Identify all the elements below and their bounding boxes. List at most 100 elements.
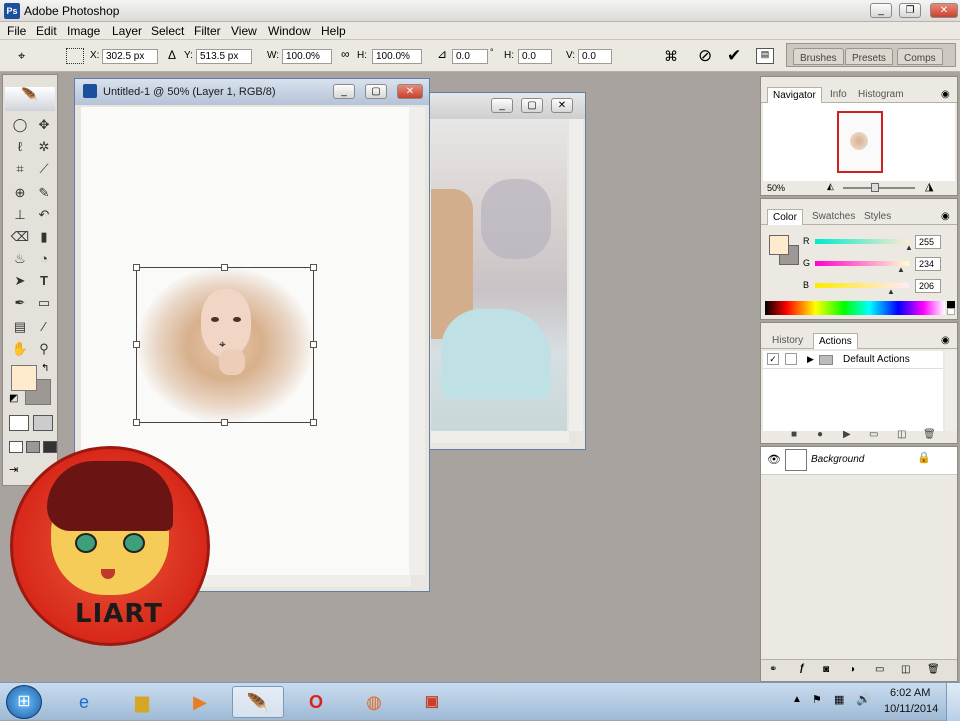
tab-info[interactable]: Info bbox=[825, 87, 852, 103]
type-tool-icon[interactable]: T bbox=[33, 271, 55, 291]
quick-mask-icon[interactable] bbox=[33, 415, 53, 431]
menu-filter[interactable]: Filter bbox=[194, 24, 221, 38]
menu-file[interactable]: File bbox=[7, 24, 26, 38]
layer-visibility-eye-icon[interactable]: 👁 bbox=[767, 453, 781, 466]
height-field[interactable]: 100.0% bbox=[372, 49, 422, 64]
eraser-tool-icon[interactable]: ⌫ bbox=[9, 227, 31, 247]
skew-h-field[interactable]: 0.0 bbox=[518, 49, 552, 64]
zoom-out-icon[interactable]: ◭ bbox=[827, 181, 834, 192]
healing-brush-tool-icon[interactable]: ⊕ bbox=[9, 183, 31, 203]
link-icon[interactable]: ∞ bbox=[341, 47, 350, 61]
close-button[interactable]: ✕ bbox=[930, 3, 958, 18]
background-doc-titlebar[interactable]: _ ▢ ✕ bbox=[419, 93, 585, 119]
pen-tool-icon[interactable]: ✒ bbox=[9, 293, 31, 313]
x-field[interactable]: 302.5 px bbox=[102, 49, 158, 64]
jump-to-imageready-icon[interactable]: ⇥ bbox=[9, 463, 31, 477]
bg-doc-vertical-scrollbar[interactable] bbox=[569, 119, 583, 431]
eyedropper-tool-icon[interactable]: ⁄ bbox=[33, 317, 55, 337]
well-tab-brushes[interactable]: Brushes bbox=[793, 48, 844, 65]
well-tab-presets[interactable]: Presets bbox=[845, 48, 893, 65]
play-icon[interactable]: ▶ bbox=[843, 429, 851, 440]
warp-mode-icon[interactable]: ⌘ bbox=[664, 48, 682, 66]
menu-select[interactable]: Select bbox=[151, 24, 184, 38]
zoom-in-icon[interactable]: ◮ bbox=[925, 180, 933, 193]
action-dialog-checkbox[interactable] bbox=[785, 353, 797, 365]
transform-handle-middle-right[interactable] bbox=[310, 341, 317, 348]
spectrum-white-swatch[interactable] bbox=[947, 308, 955, 315]
menu-layer[interactable]: Layer bbox=[112, 24, 142, 38]
doc-close-button[interactable]: ✕ bbox=[397, 84, 423, 99]
navigator-zoom-slider[interactable] bbox=[843, 187, 915, 189]
firefox-icon[interactable]: ◍ bbox=[348, 686, 400, 718]
default-colors-icon[interactable]: ◩ bbox=[9, 393, 18, 404]
transform-handle-top-right[interactable] bbox=[310, 264, 317, 271]
bg-doc-close[interactable]: ✕ bbox=[551, 98, 573, 113]
y-field[interactable]: 513.5 px bbox=[196, 49, 252, 64]
width-field[interactable]: 100.0% bbox=[282, 49, 332, 64]
g-slider[interactable] bbox=[815, 261, 909, 266]
menu-window[interactable]: Window bbox=[268, 24, 311, 38]
g-slider-thumb[interactable]: ▲ bbox=[897, 265, 905, 274]
layer-name[interactable]: Background bbox=[811, 454, 864, 465]
tray-network-icon[interactable]: ▦ bbox=[834, 693, 844, 706]
internet-explorer-icon[interactable]: e bbox=[58, 686, 110, 718]
delete-layer-icon[interactable]: 🗑 bbox=[927, 664, 940, 675]
transform-center-point-icon[interactable]: ⌖ bbox=[219, 337, 226, 352]
transform-handle-top-left[interactable] bbox=[133, 264, 140, 271]
document-titlebar[interactable]: Untitled-1 @ 50% (Layer 1, RGB/8) _ ▢ ✕ bbox=[75, 79, 429, 105]
r-field[interactable]: 255 bbox=[915, 235, 941, 249]
reference-point-icon[interactable] bbox=[66, 48, 84, 64]
bg-doc-maximize[interactable]: ▢ bbox=[521, 98, 543, 113]
transform-handle-top-center[interactable] bbox=[221, 264, 228, 271]
new-action-icon[interactable]: ◫ bbox=[897, 429, 906, 440]
navigator-thumbnail-area[interactable] bbox=[763, 103, 955, 181]
notes-tool-icon[interactable]: ▤ bbox=[9, 317, 31, 337]
navigator-view-box[interactable] bbox=[837, 111, 883, 173]
opera-icon[interactable]: O bbox=[290, 686, 342, 718]
doc-vertical-scrollbar[interactable] bbox=[409, 107, 425, 575]
screen-mode-full-menu-icon[interactable] bbox=[26, 441, 40, 453]
transform-handle-middle-left[interactable] bbox=[133, 341, 140, 348]
brush-tool-icon[interactable]: ✎ bbox=[33, 183, 55, 203]
menu-image[interactable]: Image bbox=[67, 24, 100, 38]
tray-flag-icon[interactable]: ⚑ bbox=[812, 693, 822, 706]
palette-toggle-icon[interactable]: ▤ bbox=[756, 48, 774, 64]
blur-tool-icon[interactable]: ♨ bbox=[9, 249, 31, 269]
link-layers-icon[interactable]: ⚭ bbox=[769, 664, 777, 675]
doc-maximize-button[interactable]: ▢ bbox=[365, 84, 387, 99]
tab-styles[interactable]: Styles bbox=[859, 209, 896, 225]
g-field[interactable]: 234 bbox=[915, 257, 941, 271]
color-panel-fg-swatch[interactable] bbox=[769, 235, 789, 255]
clone-stamp-tool-icon[interactable]: ⊥ bbox=[9, 205, 31, 225]
navigator-zoom-slider-thumb[interactable] bbox=[871, 183, 879, 192]
r-slider[interactable] bbox=[815, 239, 909, 244]
zoom-tool-icon[interactable]: ⚲ bbox=[33, 339, 55, 359]
standard-mode-icon[interactable] bbox=[9, 415, 29, 431]
menu-edit[interactable]: Edit bbox=[36, 24, 57, 38]
restore-button[interactable]: ❐ bbox=[899, 3, 921, 18]
lasso-tool-icon[interactable]: ℓ bbox=[9, 137, 31, 157]
navigator-menu-icon[interactable]: ◉ bbox=[941, 89, 950, 100]
screen-mode-standard-icon[interactable] bbox=[9, 441, 23, 453]
background-document-canvas[interactable] bbox=[431, 119, 567, 431]
move-tool-preset-icon[interactable]: ⌖ bbox=[18, 48, 40, 64]
transform-handle-bottom-center[interactable] bbox=[221, 419, 228, 426]
tray-volume-icon[interactable]: 🔊 bbox=[856, 692, 871, 706]
background-document-window[interactable]: _ ▢ ✕ bbox=[418, 92, 586, 450]
tab-histogram[interactable]: Histogram bbox=[853, 87, 909, 103]
spectrum-black-swatch[interactable] bbox=[947, 301, 955, 308]
expand-triangle-icon[interactable]: ▶ bbox=[807, 354, 814, 365]
stop-icon[interactable]: ■ bbox=[791, 429, 797, 440]
tab-actions[interactable]: Actions bbox=[813, 333, 858, 349]
file-explorer-icon[interactable]: ▆ bbox=[116, 686, 168, 718]
show-desktop-button[interactable] bbox=[946, 683, 960, 721]
magic-wand-tool-icon[interactable]: ✲ bbox=[33, 137, 55, 157]
commit-transform-icon[interactable]: ✔ bbox=[727, 46, 747, 66]
tab-color[interactable]: Color bbox=[767, 209, 803, 225]
tab-swatches[interactable]: Swatches bbox=[807, 209, 860, 225]
media-player-icon[interactable]: ▶ bbox=[174, 686, 226, 718]
marquee-tool-icon[interactable]: ◯ bbox=[9, 115, 31, 135]
well-tab-comps[interactable]: Comps bbox=[897, 48, 943, 65]
transform-handle-bottom-right[interactable] bbox=[310, 419, 317, 426]
actions-scrollbar[interactable] bbox=[945, 351, 957, 431]
